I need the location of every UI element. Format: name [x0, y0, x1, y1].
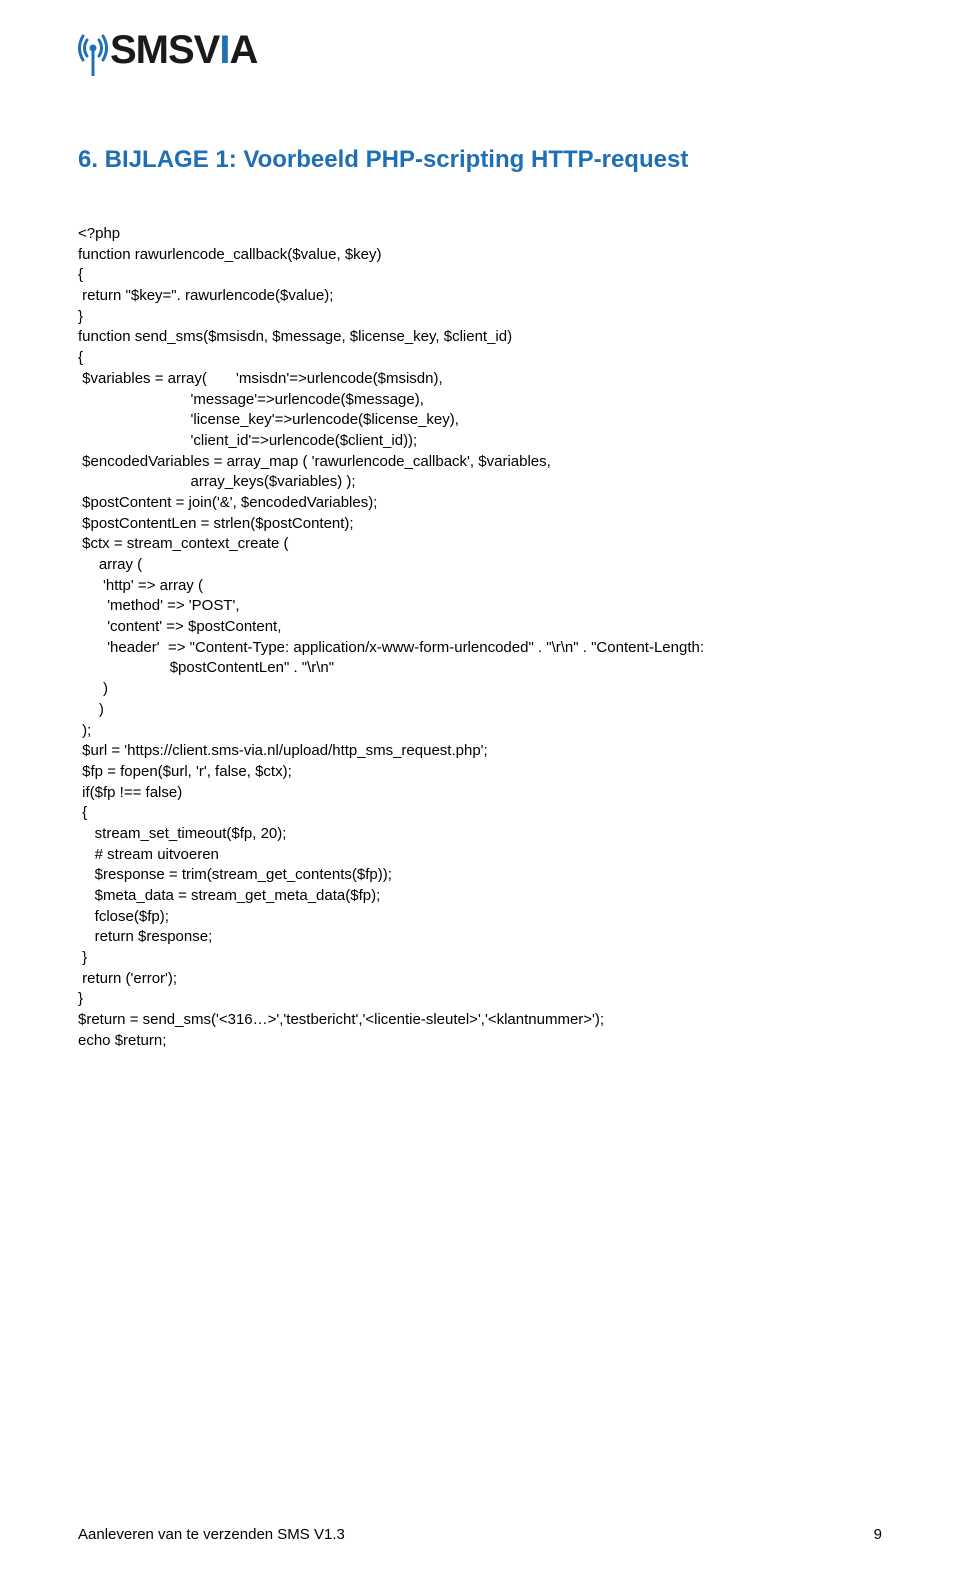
- footer-doc-title: Aanleveren van te verzenden SMS V1.3: [78, 1526, 345, 1543]
- logo: SMSVIA: [78, 20, 882, 76]
- signal-tower-icon: [78, 24, 108, 76]
- page-footer: Aanleveren van te verzenden SMS V1.3 9: [78, 1526, 882, 1543]
- section-heading: 6. BIJLAGE 1: Voorbeeld PHP-scripting HT…: [78, 146, 882, 174]
- logo-text-dark: SMSV: [110, 28, 219, 73]
- logo-text-accent: I: [219, 28, 229, 73]
- logo-text-dark2: A: [229, 28, 257, 73]
- logo-text: SMSVIA: [110, 28, 257, 73]
- footer-page-number: 9: [874, 1526, 882, 1543]
- document-page: SMSVIA 6. BIJLAGE 1: Voorbeeld PHP-scrip…: [0, 0, 960, 1052]
- php-code-block: <?php function rawurlencode_callback($va…: [78, 224, 882, 1052]
